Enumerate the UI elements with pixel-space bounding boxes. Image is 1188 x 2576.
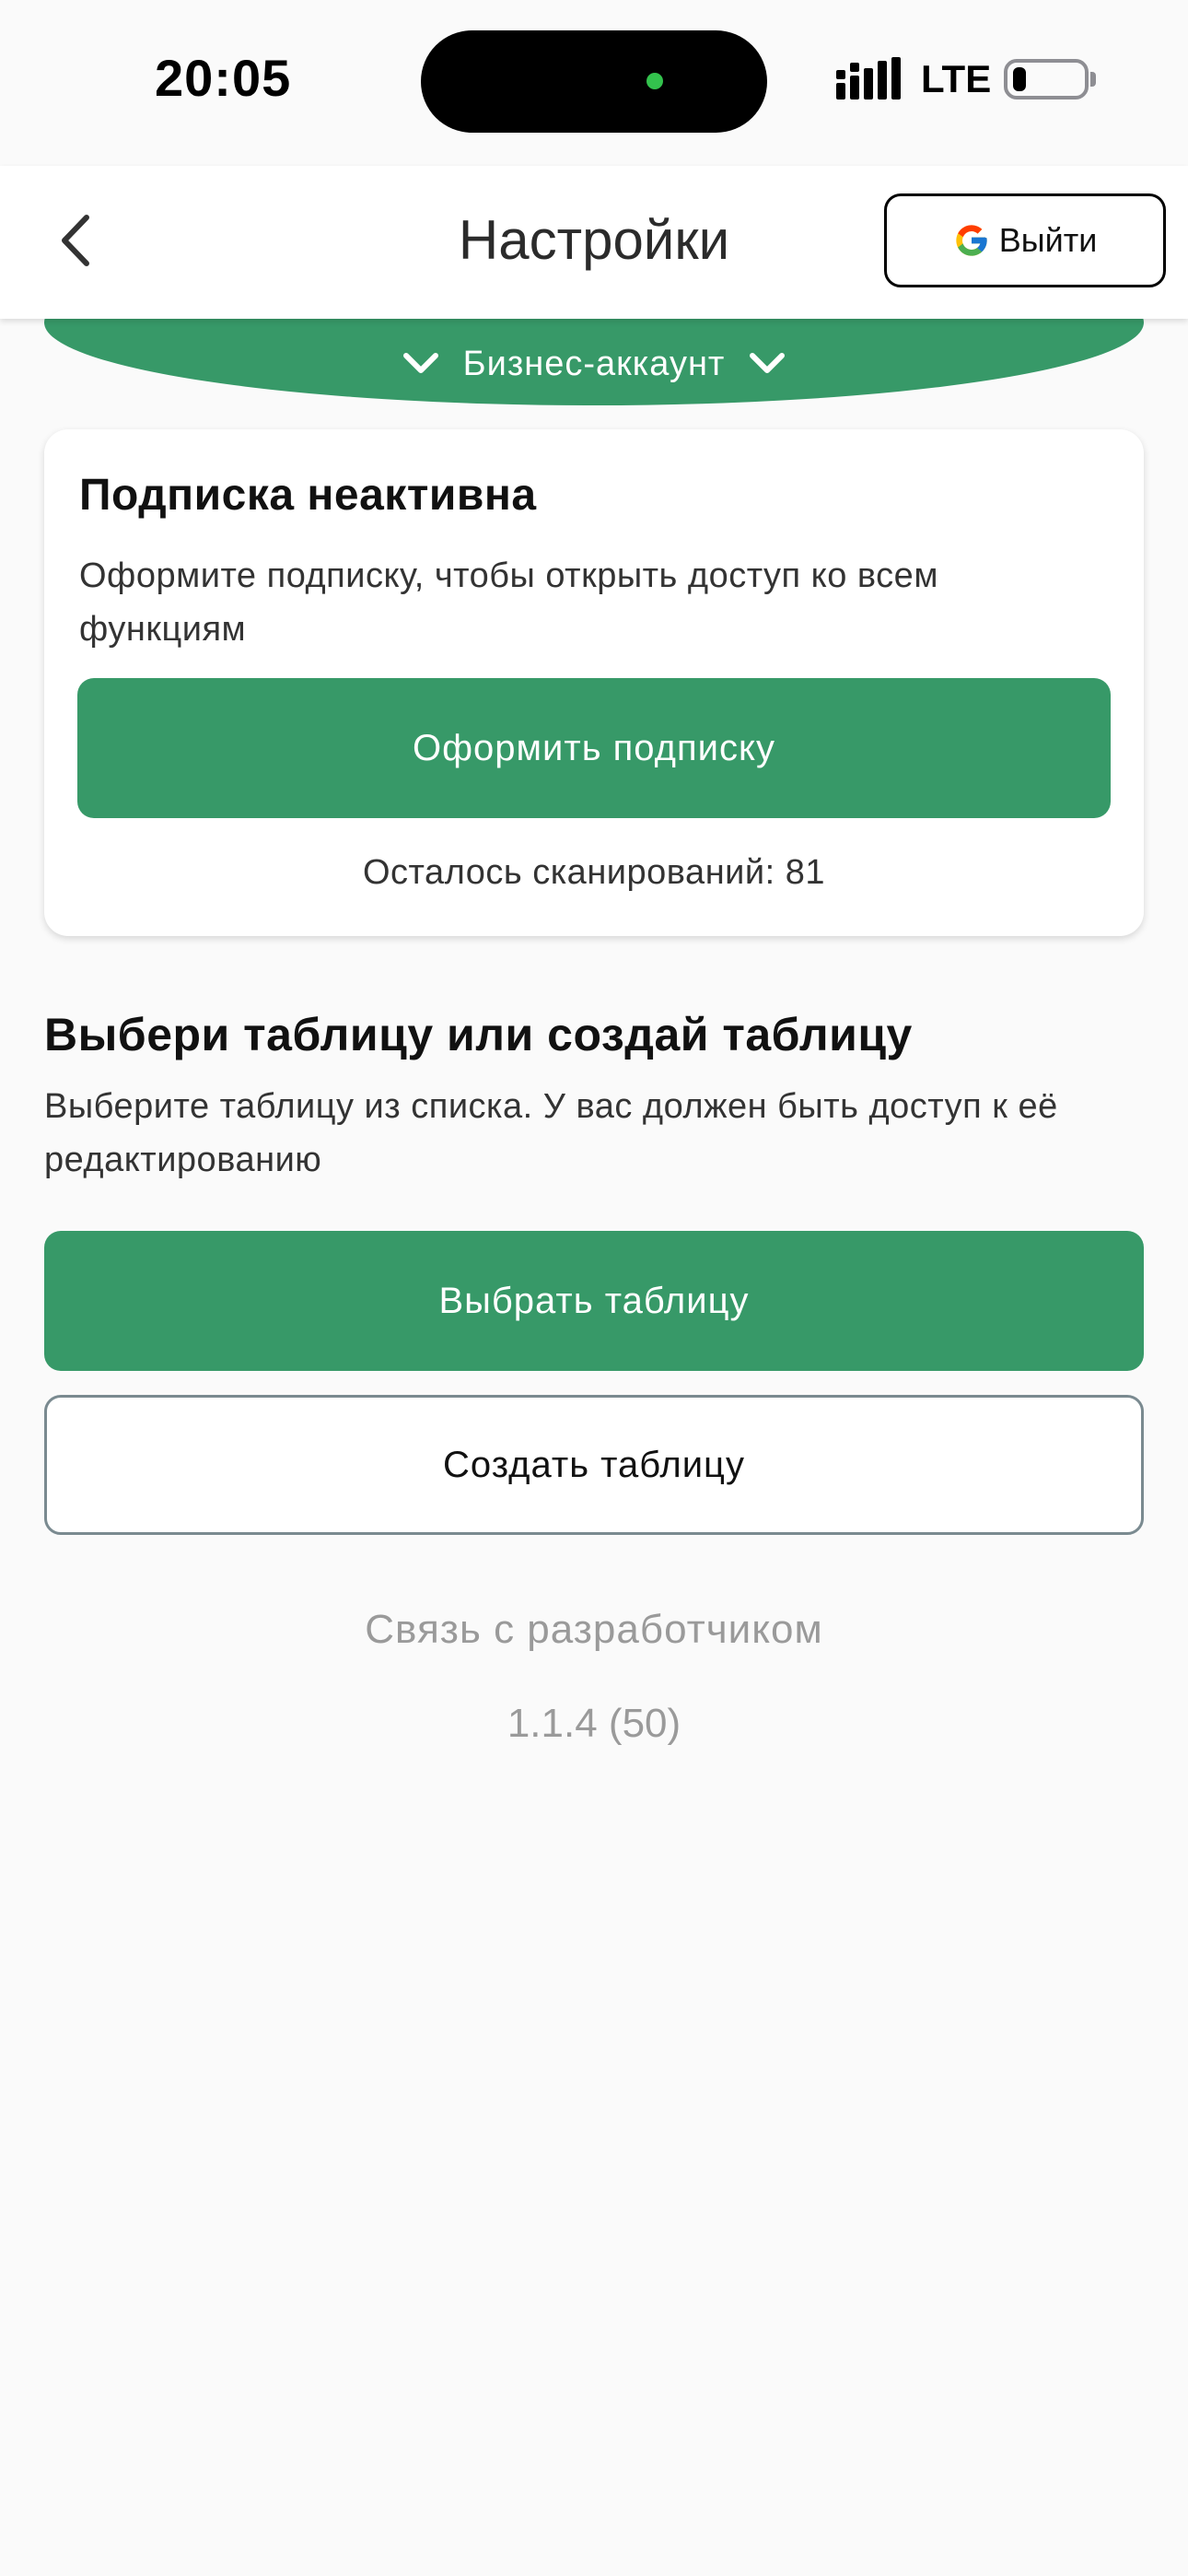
status-bar: 20:05 LTE xyxy=(0,0,1188,166)
table-section-heading: Выбери таблицу или создай таблицу xyxy=(44,1009,913,1060)
chevron-down-icon xyxy=(750,353,786,373)
signal-strength-icon xyxy=(836,57,901,100)
account-type-label: Бизнес-аккаунт xyxy=(462,344,726,383)
subscription-title: Подписка неактивна xyxy=(79,471,537,520)
status-time: 20:05 xyxy=(155,49,292,107)
app-version: 1.1.4 (50) xyxy=(507,1701,681,1746)
network-type: LTE xyxy=(921,57,992,100)
battery-cap xyxy=(1090,72,1096,87)
create-table-button[interactable]: Создать таблицу xyxy=(44,1395,1144,1535)
subscribe-button-label: Оформить подписку xyxy=(413,727,775,768)
logout-button[interactable]: Выйти xyxy=(884,193,1166,287)
camera-indicator-icon xyxy=(646,73,663,89)
contact-developer-link[interactable]: Связь с разработчиком xyxy=(0,1607,1188,1653)
table-section-description: Выберите таблицу из списка. У вас должен… xyxy=(44,1087,1058,1179)
subscription-card: Подписка неактивна Оформите подписку, чт… xyxy=(44,429,1144,936)
chevron-down-icon xyxy=(402,353,438,373)
logout-label: Выйти xyxy=(998,221,1098,259)
battery-level xyxy=(1013,67,1026,91)
choose-table-button[interactable]: Выбрать таблицу xyxy=(44,1231,1144,1371)
account-toggle[interactable]: Бизнес-аккаунт xyxy=(0,332,1188,396)
dynamic-island xyxy=(421,30,767,133)
app-header: Настройки Выйти xyxy=(0,166,1188,319)
create-table-label: Создать таблицу xyxy=(443,1444,745,1485)
choose-table-label: Выбрать таблицу xyxy=(438,1280,750,1321)
google-g-icon xyxy=(956,225,987,256)
subscribe-button[interactable]: Оформить подписку xyxy=(77,678,1111,818)
subscription-description: Оформите подписку, чтобы открыть доступ … xyxy=(79,556,938,649)
scans-remaining: Осталось сканирований: 81 xyxy=(362,853,826,892)
battery-icon xyxy=(1004,59,1089,100)
